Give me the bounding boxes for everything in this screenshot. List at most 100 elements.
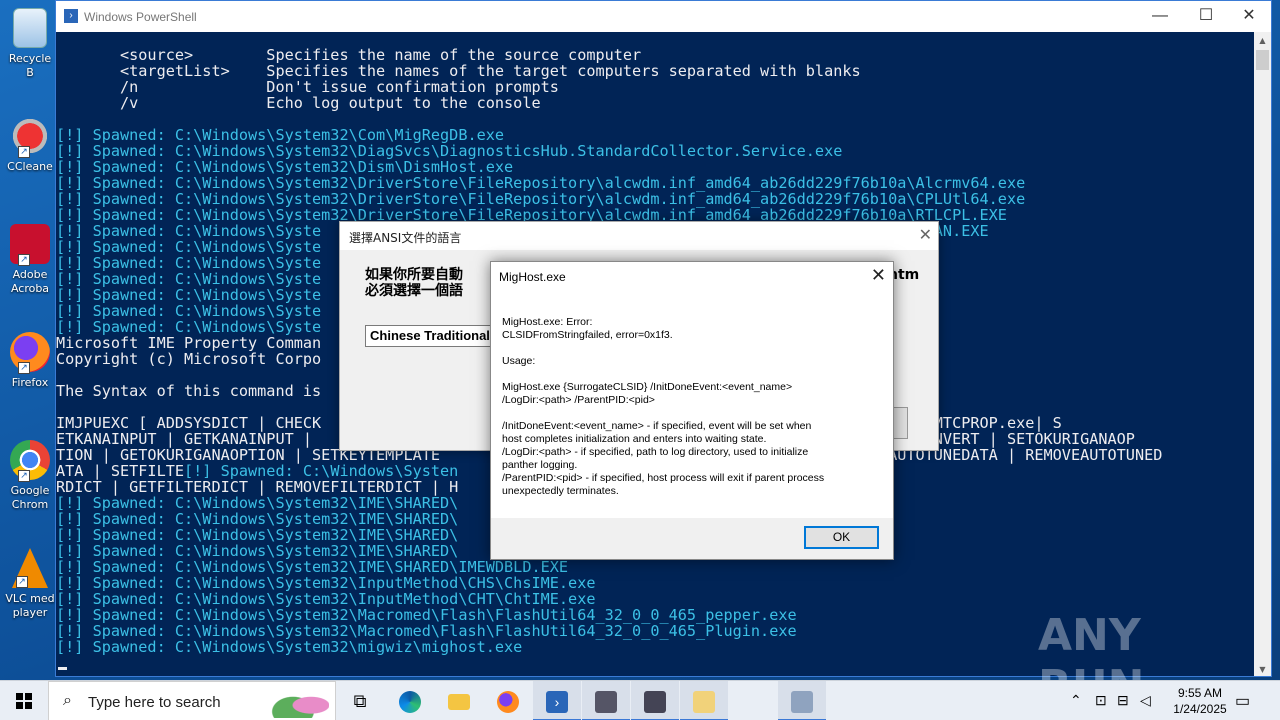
search-placeholder: Type here to search: [88, 694, 221, 711]
clock-date: 1/24/2025: [1173, 702, 1227, 716]
powershell-titlebar[interactable]: › Windows PowerShell — ☐ ✕: [56, 1, 1271, 32]
console-line: [!] Spawned: C:\Windows\System32\Macrome…: [56, 622, 797, 640]
scroll-up-icon[interactable]: ▲: [1254, 32, 1271, 49]
desktop-icon-label: Adobe Acroba: [10, 268, 50, 295]
console-cursor: [58, 667, 67, 670]
minimize-button[interactable]: —: [1137, 1, 1183, 32]
chevron-up-icon[interactable]: ⌃: [1070, 692, 1082, 709]
console-line: [!] Spawned: C:\Windows\Syste: [56, 286, 322, 304]
desktop-icon-label: CCleane: [7, 160, 53, 173]
close-icon[interactable]: ✕: [871, 265, 886, 286]
mighost-error-dialog[interactable]: MigHost.exe ✕ MigHost.exe: Error: CLSIDF…: [490, 261, 894, 560]
firefox-icon: [497, 691, 519, 714]
console-line: [!] Spawned: C:\Windows\System32\DiagSvc…: [56, 142, 843, 160]
console-line: <source> Specifies the name of the sourc…: [56, 46, 642, 64]
console-line: [!] Spawned: C:\Windows\System32\IME\SHA…: [56, 510, 459, 528]
console-line: [!] Spawned: C:\Windows\System32\migwiz\…: [56, 638, 523, 656]
task-view-icon: ⧉: [353, 691, 367, 711]
taskbar: ⌕ Type here to search ⧉ › ⌃ ⊡ ⊟ ◁ 9:55 A…: [0, 680, 1280, 720]
shortcut-arrow-icon: ↗: [18, 146, 30, 158]
taskbar-firefox[interactable]: [484, 681, 532, 720]
message-line-2: 必須選擇一個語: [365, 283, 463, 299]
shortcut-arrow-icon: ↗: [16, 576, 28, 588]
shortcut-arrow-icon: ↗: [18, 470, 30, 482]
close-button[interactable]: ✕: [1226, 1, 1271, 32]
message-line-1: 如果你所要自動: [365, 267, 463, 283]
taskbar-app-1[interactable]: [582, 681, 630, 720]
close-icon[interactable]: ✕: [919, 225, 932, 244]
notification-icon[interactable]: ▭: [1235, 691, 1250, 711]
console-line: <targetList> Specifies the names of the …: [56, 62, 861, 80]
console-line: RDICT | GETFILTERDICT | REMOVEFILTERDICT…: [56, 478, 459, 496]
console-line: [!] Spawned: C:\Windows\Syste: [56, 318, 322, 336]
shortcut-arrow-icon: ↗: [18, 362, 30, 374]
desktop-icon-label: Google Chrom: [10, 484, 50, 511]
firefox-icon: ↗: [10, 332, 50, 374]
search-highlight-image: [269, 686, 329, 718]
taskbar-app-4[interactable]: [778, 681, 826, 720]
clock-time: 9:55 AM: [1177, 686, 1223, 700]
error-message: MigHost.exe: Error: CLSIDFromStringfaile…: [502, 316, 673, 341]
console-line: [!] Spawned: C:\Windows\System32\DriverS…: [56, 174, 1026, 192]
console-line: ATA | SETFILTE[!] Spawned: C:\Windows\Sy…: [56, 462, 459, 480]
console-line: /n Don't issue confirmation prompts: [56, 78, 559, 96]
console-line: [!] Spawned: C:\Windows\System32\IME\SHA…: [56, 526, 459, 544]
app-window-icon: [595, 691, 617, 714]
taskbar-powershell[interactable]: ›: [533, 681, 581, 720]
device-icon[interactable]: ⊡: [1095, 692, 1107, 709]
desktop-icon-recycle-bin[interactable]: Recycle B: [4, 8, 56, 80]
console-line: /v Echo log output to the console: [56, 94, 541, 112]
console-line: [!] Spawned: C:\Windows\Syste: [56, 238, 322, 256]
scrollbar-thumb[interactable]: [1256, 50, 1269, 70]
console-line: [!] Spawned: C:\Windows\System32\IME\SHA…: [56, 558, 569, 576]
console-line: [!] Spawned: C:\Windows\System32\Macrome…: [56, 606, 797, 624]
powershell-icon: ›: [546, 691, 568, 714]
ok-button[interactable]: OK: [804, 526, 879, 549]
taskbar-file-explorer[interactable]: [435, 681, 483, 720]
start-button[interactable]: [0, 681, 48, 720]
desktop-icon-label: Recycle B: [8, 52, 52, 79]
usage-heading: Usage:: [502, 355, 536, 367]
console-line: [!] Spawned: C:\Windows\System32\Dism\Di…: [56, 158, 514, 176]
desktop-icon-label: VLC med player: [5, 592, 55, 619]
scroll-down-icon[interactable]: ▼: [1254, 661, 1271, 676]
taskbar-clock[interactable]: 9:55 AM 1/24/2025: [1160, 685, 1240, 717]
desktop-icon-firefox[interactable]: ↗ Firefox: [4, 332, 56, 390]
app-window-icon: [791, 691, 813, 714]
ansi-dialog-message: 如果你所要自動 必須選擇一個語: [365, 267, 463, 299]
ansi-dialog-title: 選擇ANSI文件的語言: [340, 222, 938, 250]
desktop-icon-vlc[interactable]: ↗ VLC med player: [4, 548, 56, 620]
search-icon: ⌕: [63, 692, 72, 709]
shortcut-arrow-icon: ↗: [18, 254, 30, 266]
taskbar-edge[interactable]: [386, 681, 434, 720]
console-line: [!] Spawned: C:\Windows\System32\IME\SHA…: [56, 542, 459, 560]
vlc-icon: ↗: [12, 548, 48, 588]
console-line: [!] Spawned: C:\Windows\Syste: [56, 302, 322, 320]
ccleaner-icon: ↗: [10, 116, 50, 158]
chrome-icon: ↗: [10, 440, 50, 482]
mighost-dialog-body: MigHost.exe: Error: CLSIDFromStringfaile…: [502, 316, 882, 511]
desktop-icon-ccleaner[interactable]: ↗ CCleane: [4, 116, 56, 174]
console-line: [!] Spawned: C:\Windows\Syste: [56, 254, 322, 272]
console-line: [!] Spawned: C:\Windows\System32\InputMe…: [56, 590, 596, 608]
volume-icon[interactable]: ◁: [1140, 692, 1151, 709]
taskbar-app-3[interactable]: [680, 681, 728, 720]
usage-options: /InitDoneEvent:<event_name> - if specifi…: [502, 420, 825, 497]
network-icon[interactable]: ⊟: [1117, 692, 1129, 709]
console-line: [!] Spawned: C:\Windows\System32\InputMe…: [56, 574, 596, 592]
console-scrollbar[interactable]: ▲ ▼: [1254, 32, 1271, 676]
usage-syntax: MigHost.exe {SurrogateCLSID} /InitDoneEv…: [502, 381, 793, 406]
taskbar-app-2[interactable]: [631, 681, 679, 720]
dialog-footer: OK: [491, 518, 893, 559]
anyrun-watermark: ANY RUN: [1038, 610, 1144, 712]
taskbar-search[interactable]: ⌕ Type here to search: [48, 681, 336, 720]
maximize-button[interactable]: ☐: [1183, 1, 1229, 32]
desktop-icon-label: Firefox: [11, 376, 49, 389]
task-view-button[interactable]: ⧉: [336, 681, 384, 720]
console-line: [!] Spawned: C:\Windows\System32\Com\Mig…: [56, 126, 505, 144]
edge-icon: [399, 691, 421, 714]
desktop-icon-adobe-acrobat[interactable]: ↗ Adobe Acroba: [4, 224, 56, 296]
desktop-icon-chrome[interactable]: ↗ Google Chrom: [4, 440, 56, 512]
app-window-icon: [693, 691, 715, 714]
window-title: Windows PowerShell: [84, 10, 197, 24]
